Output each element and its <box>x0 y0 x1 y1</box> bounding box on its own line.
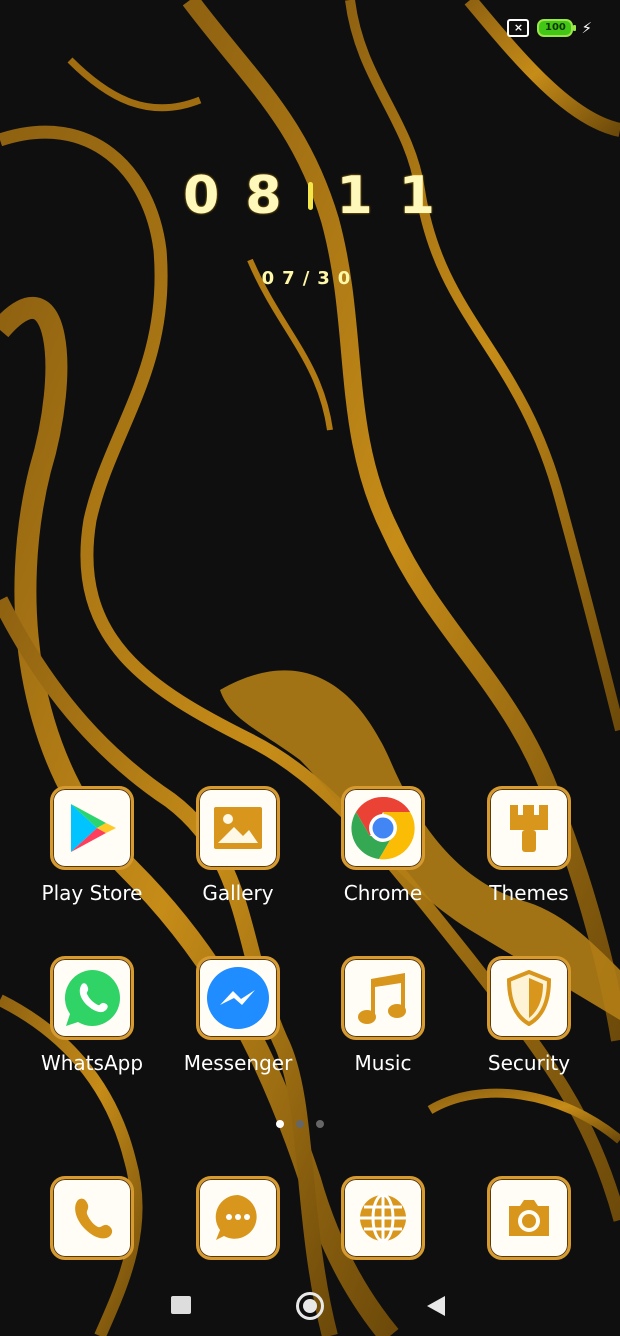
chrome-icon <box>351 796 415 860</box>
dock-camera[interactable] <box>474 1176 584 1260</box>
date-label: 07/30 <box>261 268 359 289</box>
app-chrome[interactable]: Chrome <box>328 786 438 905</box>
app-whatsapp[interactable]: WhatsApp <box>37 956 147 1075</box>
whatsapp-icon <box>64 970 120 1026</box>
app-label-security: Security <box>487 1051 571 1075</box>
app-messenger[interactable]: Messenger <box>183 956 293 1075</box>
clock-hour-tens: 0 <box>183 166 222 226</box>
clock-minute-tens: 1 <box>336 166 375 226</box>
dock-browser[interactable] <box>328 1176 438 1260</box>
page-dot-3[interactable] <box>316 1120 324 1128</box>
page-indicator[interactable] <box>276 1120 324 1128</box>
security-shield-icon <box>506 970 552 1026</box>
camera-icon <box>509 1200 549 1236</box>
play-store-icon <box>71 804 116 852</box>
app-gallery[interactable]: Gallery <box>183 786 293 905</box>
app-label-whatsapp: WhatsApp <box>40 1051 144 1075</box>
charging-icon: ⚡ <box>581 19 592 37</box>
music-icon <box>358 973 406 1024</box>
navigation-bar <box>0 1288 620 1328</box>
messenger-icon <box>207 967 269 1029</box>
browser-globe-icon <box>360 1193 406 1243</box>
page-dot-1[interactable] <box>276 1120 284 1128</box>
app-label-chrome: Chrome <box>343 881 423 905</box>
app-play-store[interactable]: Play Store <box>37 786 147 905</box>
clock-widget[interactable]: 0 8 1 1 <box>0 166 620 226</box>
messages-icon <box>215 1194 257 1240</box>
app-music[interactable]: Music <box>328 956 438 1075</box>
battery-icon: 100 <box>537 19 577 37</box>
app-security[interactable]: Security <box>474 956 584 1075</box>
dock-phone[interactable] <box>37 1176 147 1260</box>
page-dot-2[interactable] <box>296 1120 304 1128</box>
home-button[interactable] <box>296 1292 324 1320</box>
themes-brush-icon <box>510 801 548 852</box>
app-label-messenger: Messenger <box>183 1051 293 1075</box>
back-button[interactable] <box>427 1296 445 1316</box>
dock-messages[interactable] <box>183 1176 293 1260</box>
phone-icon <box>75 1198 113 1239</box>
status-bar: × 100 ⚡ <box>507 14 592 42</box>
app-themes[interactable]: Themes <box>474 786 584 905</box>
app-label-play-store: Play Store <box>41 881 143 905</box>
clock-hour-ones: 8 <box>245 166 284 226</box>
home-screen: × 100 ⚡ 0 8 1 1 07/30 Play Store Gallery… <box>0 0 620 1336</box>
clock-separator <box>307 182 313 210</box>
app-label-gallery: Gallery <box>202 881 274 905</box>
recent-apps-button[interactable] <box>171 1296 191 1314</box>
no-sim-icon: × <box>507 19 530 37</box>
app-label-themes: Themes <box>489 881 569 905</box>
app-label-music: Music <box>354 1051 412 1075</box>
gallery-icon <box>214 807 262 849</box>
clock-minute-ones: 1 <box>398 166 437 226</box>
